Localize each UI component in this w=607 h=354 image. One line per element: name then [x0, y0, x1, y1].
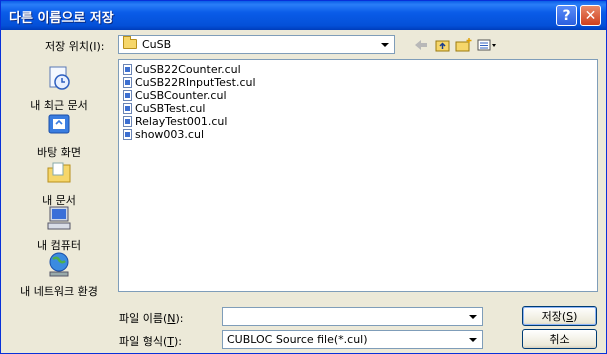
save-location-dropdown[interactable]: CuSB [118, 35, 395, 54]
chevron-down-icon [469, 314, 477, 319]
desktop-icon [48, 114, 70, 134]
place-label: 바탕 화면 [37, 146, 81, 159]
window-title: 다른 이름으로 저장 [9, 11, 114, 26]
place-network[interactable]: 내 네트워크 환경 [7, 250, 111, 299]
file-icon [123, 64, 132, 75]
list-item[interactable]: show003.cul [123, 128, 204, 141]
file-name: CuSB22Counter.cul [135, 63, 241, 76]
my-computer-icon [47, 206, 71, 230]
cancel-button[interactable]: 취소 [522, 329, 597, 349]
up-folder-icon[interactable] [434, 37, 452, 53]
file-name: CuSB22RInputTest.cul [135, 76, 256, 89]
cancel-button-label: 취소 [549, 333, 570, 346]
place-my-computer[interactable]: 내 컴퓨터 [7, 204, 111, 253]
list-item[interactable]: RelayTest001.cul [123, 115, 227, 128]
file-icon [123, 116, 132, 127]
file-icon [123, 90, 132, 101]
place-my-documents[interactable]: 내 문서 [7, 159, 111, 208]
place-label: 내 네트워크 환경 [20, 285, 98, 298]
list-item[interactable]: CuSBTest.cul [123, 102, 205, 115]
list-item[interactable]: CuSB22RInputTest.cul [123, 76, 256, 89]
chevron-down-icon [469, 337, 477, 342]
place-recent-documents[interactable]: 내 최근 문서 [7, 64, 111, 113]
list-item[interactable]: CuSBCounter.cul [123, 89, 227, 102]
filename-input[interactable] [222, 307, 483, 326]
file-list[interactable]: CuSB22Counter.cul CuSB22RInputTest.cul C… [118, 59, 598, 292]
chevron-down-icon [381, 42, 389, 47]
folder-icon [123, 36, 137, 49]
save-button-label: 저장(S) [541, 310, 578, 323]
filename-label: 파일 이름(N): [119, 312, 184, 325]
save-location-label: 저장 위치(I): [45, 40, 105, 53]
dropdown-arrow-button[interactable] [465, 332, 481, 347]
filetype-label: 파일 형식(T): [119, 335, 183, 348]
dropdown-arrow-button[interactable] [377, 37, 393, 52]
filetype-dropdown[interactable]: CUBLOC Source file(*.cul) [222, 330, 483, 349]
close-button[interactable]: ✕ [580, 5, 601, 26]
file-name: RelayTest001.cul [135, 115, 228, 128]
save-as-dialog: 다른 이름으로 저장 ? ✕ 저장 위치(I): CuSB 내 최근 문서 바탕… [0, 0, 607, 354]
place-desktop[interactable]: 바탕 화면 [7, 111, 111, 160]
help-icon: ? [562, 7, 571, 24]
file-name: show003.cul [135, 128, 204, 141]
back-arrow-icon[interactable] [412, 37, 430, 53]
file-icon [123, 77, 132, 88]
filetype-value: CUBLOC Source file(*.cul) [227, 333, 368, 346]
new-folder-icon[interactable] [454, 37, 474, 53]
view-menu-icon[interactable] [476, 37, 498, 53]
dropdown-arrow-button[interactable] [465, 309, 481, 324]
save-button[interactable]: 저장(S) [522, 306, 597, 326]
file-icon [123, 129, 132, 140]
file-icon [123, 103, 132, 114]
filename-field[interactable] [223, 308, 466, 325]
close-icon: ✕ [584, 7, 597, 24]
title-bar[interactable]: 다른 이름으로 저장 ? ✕ [1, 1, 606, 30]
file-name: CuSBTest.cul [135, 102, 206, 115]
network-places-icon [49, 252, 69, 277]
help-button[interactable]: ? [556, 5, 577, 26]
my-documents-icon [47, 162, 71, 183]
places-bar: 내 최근 문서 바탕 화면 내 문서 내 컴퓨터 내 네트워크 환경 [7, 62, 111, 298]
recent-documents-icon [49, 66, 70, 90]
file-name: CuSBCounter.cul [135, 89, 227, 102]
save-location-value: CuSB [142, 38, 172, 51]
list-item[interactable]: CuSB22Counter.cul [123, 63, 241, 76]
